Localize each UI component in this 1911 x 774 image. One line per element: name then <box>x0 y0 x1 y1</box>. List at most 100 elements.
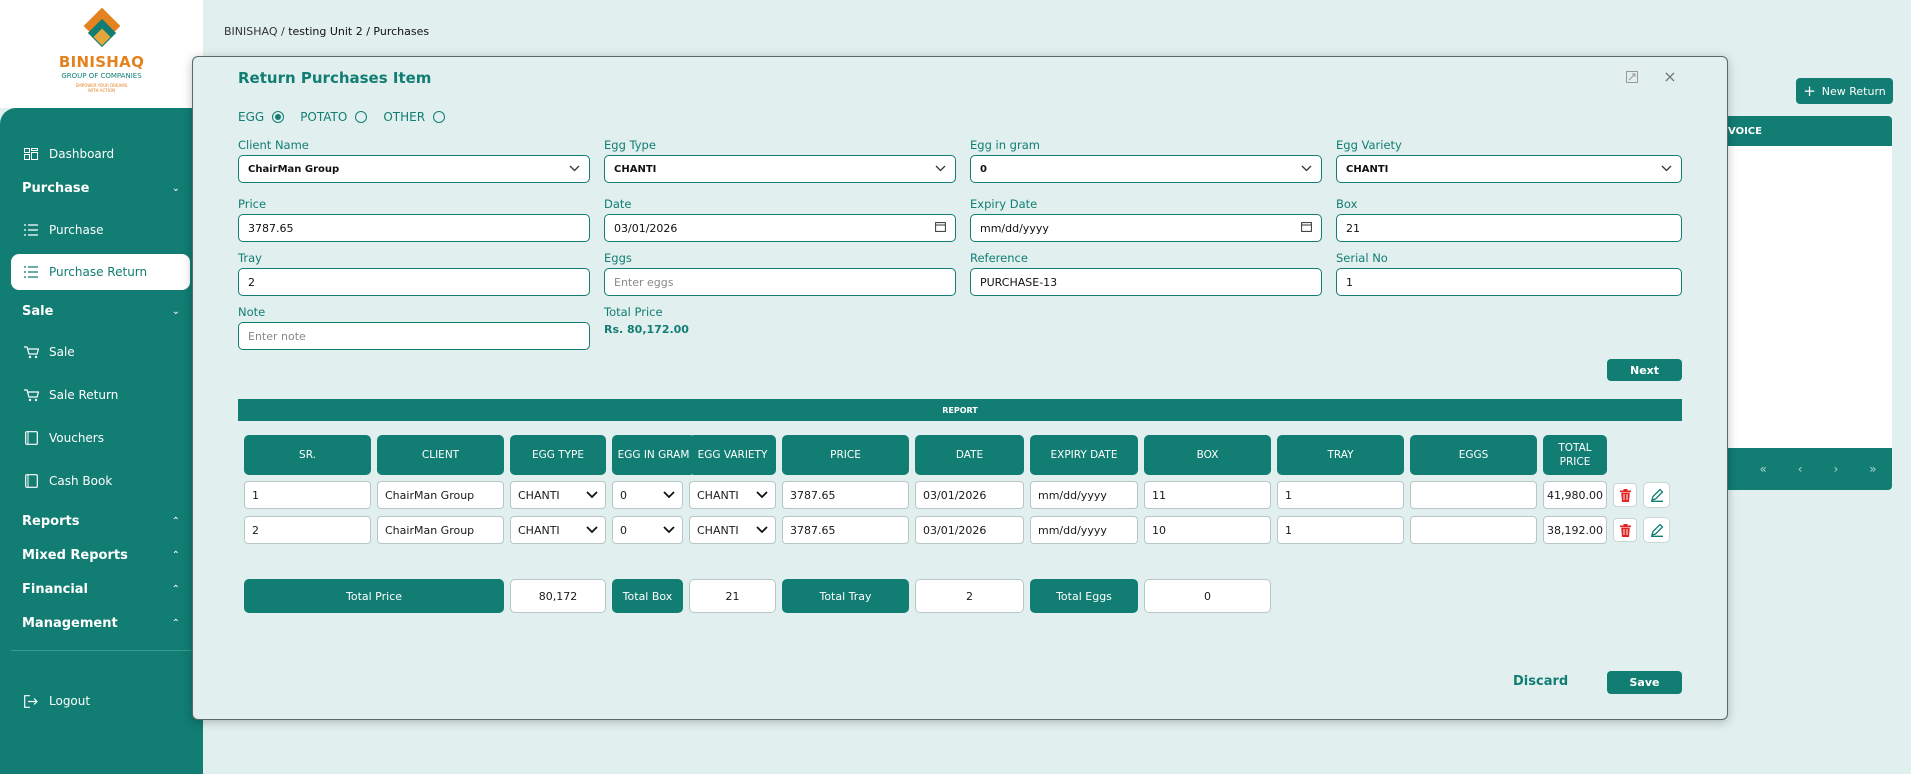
price-input[interactable]: 3787.65 <box>782 481 909 509</box>
chevron-down-icon <box>1661 164 1672 175</box>
egg-variety-field: Egg Variety CHANTI <box>1336 138 1682 183</box>
egg-gram-select[interactable]: 0 <box>612 516 683 544</box>
radio-potato[interactable]: POTATO <box>300 110 368 124</box>
sidebar-item-logout[interactable]: Logout <box>11 683 190 719</box>
egg-gram-select[interactable]: 0 <box>970 155 1322 183</box>
expiry-date-input[interactable]: mm/dd/yyyy <box>1030 481 1138 509</box>
next-page-icon[interactable]: › <box>1833 462 1838 476</box>
select-value: ChairMan Group <box>248 163 340 175</box>
discard-button[interactable]: Discard <box>1513 674 1568 689</box>
prev-page-icon[interactable]: ‹ <box>1798 462 1803 476</box>
edit-icon[interactable] <box>1643 482 1670 508</box>
radio-unchecked-icon[interactable] <box>355 111 368 123</box>
price-input[interactable]: 3787.65 <box>782 516 909 544</box>
section-label: Mixed Reports <box>22 548 128 563</box>
date-input[interactable]: 03/01/2026 <box>915 481 1024 509</box>
price-field: Price 3787.65 <box>238 197 590 242</box>
radio-egg[interactable]: EGG <box>238 110 285 124</box>
total-price-label: Total Price <box>244 579 504 613</box>
close-icon[interactable]: × <box>1663 67 1677 86</box>
egg-type-select[interactable]: CHANTI <box>510 481 606 509</box>
egg-variety-select[interactable]: CHANTI <box>1336 155 1682 183</box>
sidebar-item-cash-book[interactable]: Cash Book <box>11 463 190 499</box>
date-field: Date 03/01/2026 <box>604 197 956 242</box>
serial-no-input[interactable]: 1 <box>1336 268 1682 296</box>
sidebar-section-financial[interactable]: Financial ⌃ <box>22 582 180 597</box>
breadcrumb-root[interactable]: BINISHAQ / <box>224 25 288 38</box>
column-header-total-price: TOTAL PRICE <box>1543 435 1607 475</box>
expiry-date-input[interactable]: mm/dd/yyyy <box>970 214 1322 242</box>
sr-input[interactable]: 1 <box>244 481 371 509</box>
edit-icon[interactable] <box>1643 517 1670 543</box>
expiry-date-input[interactable]: mm/dd/yyyy <box>1030 516 1138 544</box>
client-name-select[interactable]: ChairMan Group <box>238 155 590 183</box>
column-header-expiry-date: EXPIRY DATE <box>1030 435 1138 475</box>
client-input[interactable]: ChairMan Group <box>377 516 504 544</box>
date-input[interactable]: 03/01/2026 <box>604 214 956 242</box>
reference-input[interactable]: PURCHASE-13 <box>970 268 1322 296</box>
book-icon <box>23 431 39 445</box>
sidebar-item-sale-return[interactable]: Sale Return <box>11 377 190 413</box>
field-label: Serial No <box>1336 251 1388 265</box>
chevron-down-icon <box>663 524 675 537</box>
chevron-down-icon <box>663 489 675 502</box>
return-purchases-modal: Return Purchases Item × EGG POTATO OTHER… <box>192 56 1728 720</box>
tray-input[interactable]: 1 <box>1277 481 1404 509</box>
next-button[interactable]: Next <box>1607 359 1682 381</box>
eggs-input[interactable] <box>1410 481 1537 509</box>
price-input[interactable]: 3787.65 <box>238 214 590 242</box>
sr-input[interactable]: 2 <box>244 516 371 544</box>
eggs-input[interactable] <box>1410 516 1537 544</box>
logo-mark-icon <box>80 7 124 51</box>
list-icon <box>23 223 39 237</box>
column-header-egg-in-gram: EGG IN GRAM <box>612 435 695 475</box>
sidebar-section-purchase[interactable]: Purchase ⌄ <box>22 181 180 196</box>
input-placeholder: Enter eggs <box>614 275 674 289</box>
delete-icon[interactable] <box>1613 518 1637 542</box>
sidebar-section-reports[interactable]: Reports ⌃ <box>22 514 180 529</box>
field-label: Tray <box>238 251 262 265</box>
sidebar-item-purchase-return[interactable]: Purchase Return <box>11 254 190 290</box>
sidebar-section-mixed-reports[interactable]: Mixed Reports ⌃ <box>22 548 180 563</box>
calendar-icon[interactable] <box>1301 221 1312 235</box>
input-placeholder: Enter note <box>248 329 306 343</box>
logo-subtitle: GROUP OF COMPANIES <box>61 72 142 80</box>
box-field: Box 21 <box>1336 197 1682 242</box>
total-price-value: Rs. 80,172.00 <box>604 323 689 336</box>
radio-checked-icon[interactable] <box>272 111 285 123</box>
first-page-icon[interactable]: « <box>1759 462 1766 476</box>
calendar-icon[interactable] <box>935 221 946 235</box>
egg-variety-select[interactable]: CHANTI <box>689 516 776 544</box>
egg-type-select[interactable]: CHANTI <box>604 155 956 183</box>
note-input[interactable]: Enter note <box>238 322 590 350</box>
egg-type-select[interactable]: CHANTI <box>510 516 606 544</box>
last-page-icon[interactable]: » <box>1869 462 1876 476</box>
radio-unchecked-icon[interactable] <box>433 111 446 123</box>
field-label: Reference <box>970 251 1028 265</box>
date-input[interactable]: 03/01/2026 <box>915 516 1024 544</box>
delete-icon[interactable] <box>1613 483 1637 507</box>
sidebar-item-purchase[interactable]: Purchase <box>11 212 190 248</box>
sidebar-section-sale[interactable]: Sale ⌄ <box>22 304 180 319</box>
new-return-button[interactable]: + New Return <box>1796 78 1893 104</box>
save-button[interactable]: Save <box>1607 671 1682 694</box>
egg-variety-select[interactable]: CHANTI <box>689 481 776 509</box>
expand-icon[interactable] <box>1625 70 1639 84</box>
box-input[interactable]: 21 <box>1336 214 1682 242</box>
tray-input[interactable]: 1 <box>1277 516 1404 544</box>
client-input[interactable]: ChairMan Group <box>377 481 504 509</box>
total-price-cell: 38,192.00 <box>1543 516 1607 544</box>
sidebar-item-vouchers[interactable]: Vouchers <box>11 420 190 456</box>
tray-input[interactable]: 2 <box>238 268 590 296</box>
radio-other[interactable]: OTHER <box>383 110 446 124</box>
box-input[interactable]: 10 <box>1144 516 1271 544</box>
table-pagination: « ‹ › » <box>1724 448 1892 490</box>
egg-gram-select[interactable]: 0 <box>612 481 683 509</box>
chevron-down-icon <box>569 164 580 175</box>
input-value: 3787.65 <box>248 221 294 235</box>
eggs-input[interactable]: Enter eggs <box>604 268 956 296</box>
sidebar-item-dashboard[interactable]: Dashboard <box>11 136 190 172</box>
box-input[interactable]: 11 <box>1144 481 1271 509</box>
sidebar-item-sale[interactable]: Sale <box>11 334 190 370</box>
sidebar-section-management[interactable]: Management ⌃ <box>22 616 180 631</box>
